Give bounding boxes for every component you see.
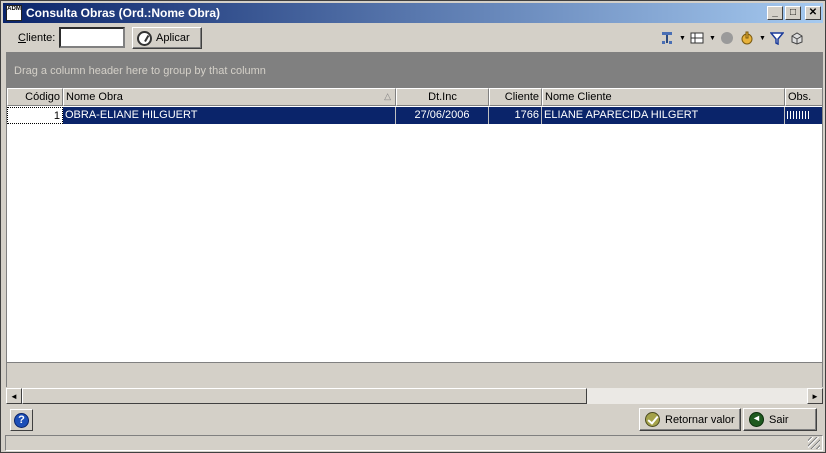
column-header-obs[interactable]: Obs.	[785, 88, 822, 106]
columns-icon[interactable]	[689, 30, 705, 46]
group-by-panel[interactable]: Drag a column header here to group by th…	[6, 52, 823, 87]
aplicar-button[interactable]: Aplicar	[132, 27, 202, 49]
close-button[interactable]: ✕	[805, 6, 821, 20]
export-icon[interactable]	[789, 30, 805, 46]
cell-nome-obra[interactable]: OBRA-ELIANE HILGUERT	[63, 107, 396, 124]
horizontal-scrollbar[interactable]: ◄ ►	[6, 388, 823, 404]
sair-label: Sair	[769, 413, 789, 426]
back-arrow-icon	[749, 412, 764, 427]
sair-button[interactable]: Sair	[743, 408, 817, 431]
circle-icon[interactable]	[719, 30, 735, 46]
cliente-label: Cliente:	[18, 32, 56, 44]
sort-ascending-icon: △	[384, 91, 391, 101]
columns-dropdown-icon[interactable]: ▼	[709, 35, 716, 42]
hand-dropdown-icon[interactable]: ▼	[759, 35, 766, 42]
toolbar: Cliente: Aplicar ▼ ▼ ▼	[5, 25, 823, 51]
cell-cliente[interactable]: 1766	[489, 107, 542, 124]
consulta-obras-window: ADM Consulta Obras (Ord.:Nome Obra) _ □ …	[0, 0, 826, 453]
column-header-label: Nome Obra	[66, 91, 123, 103]
resize-grip-icon[interactable]	[808, 437, 820, 449]
group-by-hint: Drag a column header here to group by th…	[14, 65, 266, 77]
column-header-nome-cliente[interactable]: Nome Cliente	[542, 88, 785, 106]
obras-grid[interactable]: Código Nome Obra △ Dt.Inc Cliente Nome C…	[6, 87, 823, 363]
layout-icon[interactable]	[659, 30, 675, 46]
minimize-button[interactable]: _	[767, 6, 783, 20]
maximize-button[interactable]: □	[785, 6, 801, 20]
filter-icon[interactable]	[769, 30, 785, 46]
title-bar[interactable]: ADM Consulta Obras (Ord.:Nome Obra) _ □ …	[3, 3, 823, 23]
cell-nome-cliente[interactable]: ELIANE APARECIDA HILGERT	[542, 107, 785, 124]
window-title: Consulta Obras (Ord.:Nome Obra)	[26, 6, 221, 20]
window-controls: _ □ ✕	[767, 6, 821, 20]
grid-footer	[6, 363, 823, 387]
grid-tools: ▼ ▼ ▼	[659, 28, 805, 48]
cell-dt-inc[interactable]: 27/06/2006	[396, 107, 489, 124]
column-header-codigo[interactable]: Código	[7, 88, 63, 106]
table-row[interactable]: 1 OBRA-ELIANE HILGUERT 27/06/2006 1766 E…	[7, 107, 822, 124]
column-header-dt-inc[interactable]: Dt.Inc	[396, 88, 489, 106]
column-header-cliente[interactable]: Cliente	[489, 88, 542, 106]
check-icon	[645, 412, 660, 427]
aplicar-label: Aplicar	[156, 32, 190, 44]
column-header-nome-obra[interactable]: Nome Obra △	[63, 88, 396, 106]
cliente-input[interactable]	[59, 27, 125, 48]
scroll-right-button[interactable]: ►	[807, 388, 823, 404]
app-icon: ADM	[6, 5, 22, 21]
cell-codigo[interactable]: 1	[7, 107, 63, 124]
layout-dropdown-icon[interactable]: ▼	[679, 35, 686, 42]
help-button[interactable]: ?	[10, 409, 33, 431]
hand-icon[interactable]	[739, 30, 755, 46]
status-bar	[5, 435, 823, 451]
help-icon: ?	[14, 412, 29, 428]
cell-obs[interactable]	[785, 107, 822, 124]
retornar-valor-label: Retornar valor	[665, 413, 735, 426]
grid-header: Código Nome Obra △ Dt.Inc Cliente Nome C…	[7, 88, 822, 106]
aplicar-icon	[137, 30, 152, 46]
scroll-left-button[interactable]: ◄	[6, 388, 22, 404]
retornar-valor-button[interactable]: Retornar valor	[639, 408, 741, 431]
scroll-track[interactable]	[22, 388, 807, 404]
scroll-thumb[interactable]	[22, 388, 587, 404]
obs-memo-icon	[787, 111, 809, 119]
